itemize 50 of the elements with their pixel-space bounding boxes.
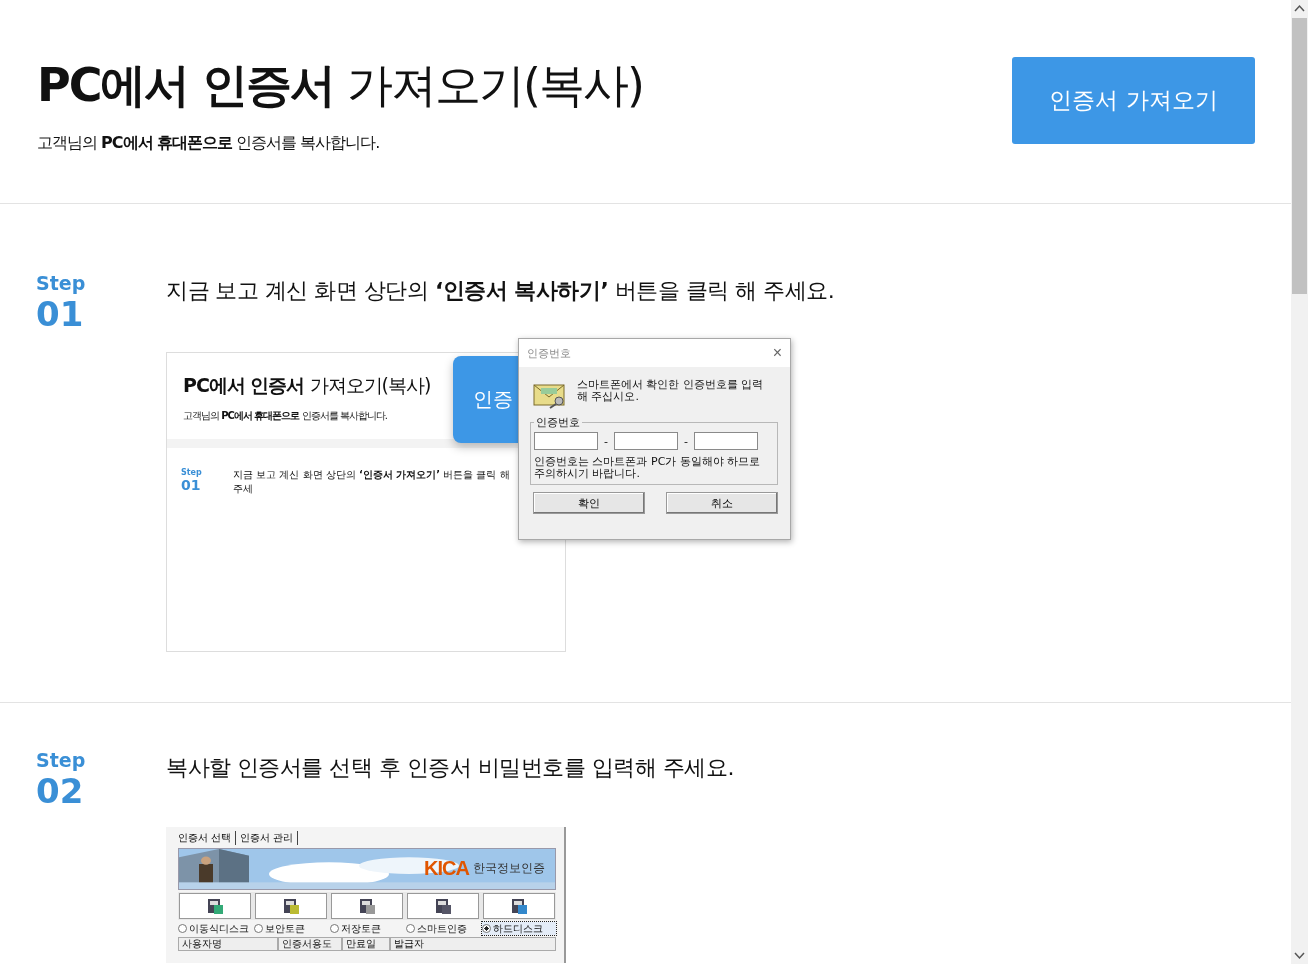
location-tile[interactable]: [331, 893, 403, 919]
location-tile[interactable]: [407, 893, 479, 919]
group-label: 인증번호: [535, 415, 581, 430]
dialog-title: 인증번호: [527, 345, 571, 361]
location-tile[interactable]: [179, 893, 251, 919]
column-header: 인증서용도: [278, 937, 342, 951]
tab[interactable]: 인증서 선택: [178, 831, 237, 845]
page-title: PC에서 인증서 가져오기(복사): [183, 373, 432, 398]
column-header: 사용자명: [178, 937, 278, 951]
step-label: Step: [181, 468, 203, 477]
location-tile[interactable]: [483, 893, 555, 919]
page-title: PC에서 인증서 가져오기(복사): [37, 57, 643, 113]
column-header: 만료일: [342, 937, 390, 951]
device-icon: [205, 896, 225, 916]
step-instruction: 지금 보고 계신 화면 상단의 ‘인증서 복사하기’ 버튼을 클릭 해 주세요.: [166, 277, 836, 305]
code-input[interactable]: [693, 432, 758, 450]
ok-button[interactable]: 확인: [533, 492, 645, 514]
location-radio[interactable]: 이동식디스크: [178, 922, 252, 935]
dash-separator: -: [604, 434, 608, 448]
device-icon: [433, 896, 453, 916]
step-label: Step: [36, 749, 87, 771]
location-radio[interactable]: 하드디스크: [482, 922, 556, 935]
tab[interactable]: 인증서 관리: [240, 831, 299, 845]
step-number: 01: [36, 294, 85, 334]
cancel-button[interactable]: 취소: [666, 492, 778, 514]
step-instruction: 지금 보고 계신 화면 상단의 ‘인증서 가져오기’ 버튼을 클릭 해 주세: [233, 468, 511, 496]
location-tile[interactable]: [255, 893, 327, 919]
column-header: 발급자: [390, 937, 556, 951]
step-instruction: 복사할 인증서를 선택 후 인증서 비밀번호를 입력해 주세요.: [166, 754, 735, 782]
page-subtitle: 고객님의 PC에서 휴대폰으로 인증서를 복사합니다.: [37, 133, 381, 154]
dialog-note: 인증번호는 스마트폰과 PC가 동일해야 하므로 주의하시기 바랍니다.: [534, 456, 762, 480]
scrollbar-thumb[interactable]: [1292, 18, 1307, 294]
code-input[interactable]: [534, 432, 598, 450]
step-label: Step: [36, 272, 87, 294]
dialog-message: 스마트폰에서 확인한 인증번호를 입력해 주십시오.: [577, 379, 765, 403]
device-icon: [357, 896, 377, 916]
scrollbar[interactable]: [1291, 0, 1308, 964]
location-radio[interactable]: 저장토큰: [330, 922, 404, 935]
location-radio[interactable]: 스마트인증: [406, 922, 480, 935]
company-name: 한국정보인증: [473, 860, 545, 877]
location-radio[interactable]: 보안토큰: [254, 922, 328, 935]
dash-separator: -: [684, 434, 688, 448]
page-subtitle: 고객님의 PC에서 휴대폰으로 인증서를 복사합니다.: [183, 409, 388, 423]
device-icon: [509, 896, 529, 916]
device-icon: [281, 896, 301, 916]
step-number: 01: [181, 477, 202, 493]
logo: KICA: [424, 857, 469, 880]
code-input[interactable]: [614, 432, 678, 450]
close-button[interactable]: ×: [772, 345, 782, 361]
step-number: 02: [36, 771, 85, 811]
